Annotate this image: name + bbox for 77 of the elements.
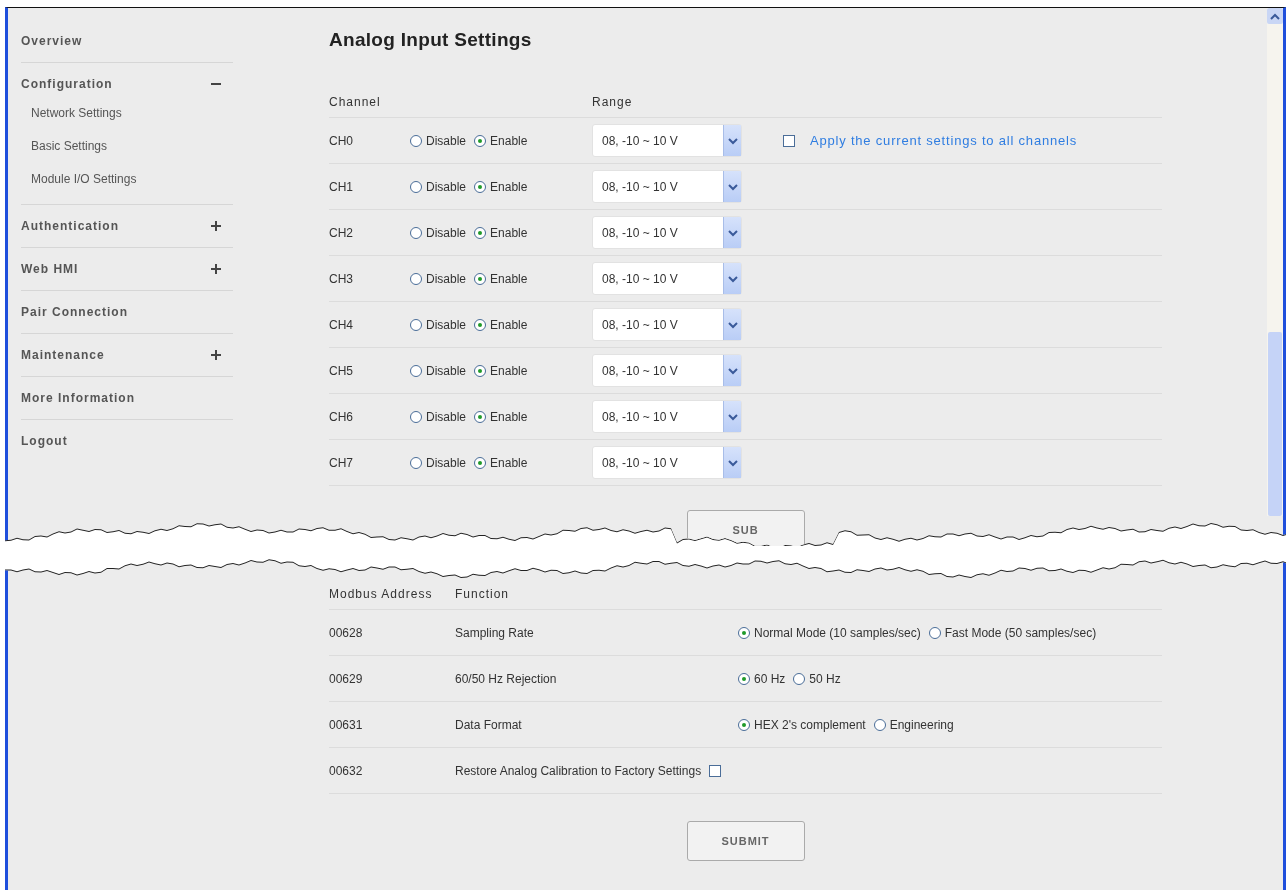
apply-all-checkbox[interactable]: Apply the current settings to all channels [783, 133, 1162, 148]
page-title: Analog Input Settings [329, 29, 533, 51]
sidebar-item[interactable]: Pair Connection [21, 291, 233, 333]
radio-option[interactable]: Enable [474, 317, 528, 332]
sidebar-subitem[interactable]: Basic Settings [21, 130, 233, 163]
channel-name: CH6 [329, 409, 354, 424]
column-header: Function [455, 587, 511, 601]
address-cell-text: 00631 [329, 717, 364, 732]
plus-icon [211, 264, 221, 274]
sidebar-item[interactable]: Authentication [21, 205, 233, 247]
radio-option[interactable]: Disable [410, 317, 467, 332]
range-dropdown[interactable]: 08, -10 ~ 10 V [592, 216, 742, 249]
chevron-down-icon [727, 274, 738, 283]
chevron-down-icon [727, 228, 738, 237]
chevron-down-icon [727, 412, 738, 421]
chevron-down-icon [727, 182, 738, 191]
function-cell: Restore Analog Calibration to Factory Settings [455, 763, 702, 778]
function-cell-text: Data Format [455, 717, 523, 732]
chevron-down-icon [727, 458, 738, 467]
range-dropdown[interactable]: 08, -10 ~ 10 V [592, 354, 742, 387]
chevron-down-icon [727, 136, 738, 145]
channel-name: CH4 [329, 317, 354, 332]
column-header: Channel [329, 95, 382, 109]
radio-option[interactable]: Enable [474, 409, 528, 424]
sidebar-item[interactable]: More Information [21, 377, 233, 419]
radio-option[interactable]: Disable [410, 271, 467, 286]
address-cell-text: 00628 [329, 625, 364, 640]
chevron-up-icon [1270, 12, 1280, 20]
radio-option[interactable]: Engineering [873, 717, 954, 732]
radio-option[interactable]: Disable [410, 455, 467, 470]
radio-option[interactable]: Enable [474, 455, 528, 470]
range-dropdown[interactable]: 08, -10 ~ 10 V [592, 124, 742, 157]
radio-option[interactable]: Normal Mode (10 samples/sec) [738, 625, 921, 640]
plus-icon [211, 350, 221, 360]
channel-name: CH2 [329, 225, 354, 240]
radio-option[interactable]: Disable [410, 363, 467, 378]
plus-icon [211, 221, 221, 231]
radio-option[interactable]: 60 Hz [738, 671, 786, 686]
submit-button[interactable]: SUB [686, 510, 805, 546]
scrollbar[interactable] [1267, 8, 1283, 516]
range-dropdown[interactable]: 08, -10 ~ 10 V [592, 446, 742, 479]
column-header: Modbus Address [329, 587, 434, 601]
sidebar-item[interactable]: Logout [21, 420, 233, 462]
radio-option[interactable]: Enable [474, 179, 528, 194]
sidebar-item[interactable]: Overview [21, 20, 233, 62]
radio-option[interactable]: 50 Hz [793, 671, 841, 686]
address-cell-text: 00632 [329, 763, 364, 778]
channel-name: CH1 [329, 179, 354, 194]
radio-option[interactable]: Enable [474, 363, 528, 378]
range-dropdown[interactable]: 08, -10 ~ 10 V [592, 400, 742, 433]
radio-option[interactable]: Disable [410, 409, 467, 424]
radio-option[interactable]: Fast Mode (50 samples/sec) [928, 625, 1097, 640]
address-cell-text: 00629 [329, 671, 364, 686]
sidebar-item[interactable]: Web HMI [21, 248, 233, 290]
chevron-down-icon [727, 320, 738, 329]
range-dropdown[interactable]: 08, -10 ~ 10 V [592, 308, 742, 341]
checkbox[interactable] [709, 764, 722, 777]
range-dropdown[interactable]: 08, -10 ~ 10 V [592, 170, 742, 203]
radio-option[interactable]: Disable [410, 179, 467, 194]
submit-button[interactable]: SUBMIT [686, 821, 805, 861]
channel-name: CH0 [329, 133, 354, 148]
column-header: Range [592, 95, 634, 109]
sidebar-item[interactable]: Maintenance [21, 334, 233, 376]
radio-option[interactable]: Enable [474, 271, 528, 286]
chevron-down-icon [727, 366, 738, 375]
radio-option[interactable]: HEX 2's complement [738, 717, 866, 732]
sidebar-subitem[interactable]: Module I/O Settings [21, 163, 233, 196]
radio-option[interactable]: Disable [410, 133, 467, 148]
function-cell-text: Sampling Rate [455, 625, 535, 640]
channel-name: CH3 [329, 271, 354, 286]
radio-option[interactable]: Enable [474, 225, 528, 240]
radio-option[interactable]: Enable [474, 133, 528, 148]
range-dropdown[interactable]: 08, -10 ~ 10 V [592, 262, 742, 295]
function-cell-text: 60/50 Hz Rejection [455, 671, 558, 686]
radio-option[interactable]: Disable [410, 225, 467, 240]
channel-name: CH5 [329, 363, 354, 378]
channel-name: CH7 [329, 455, 354, 470]
